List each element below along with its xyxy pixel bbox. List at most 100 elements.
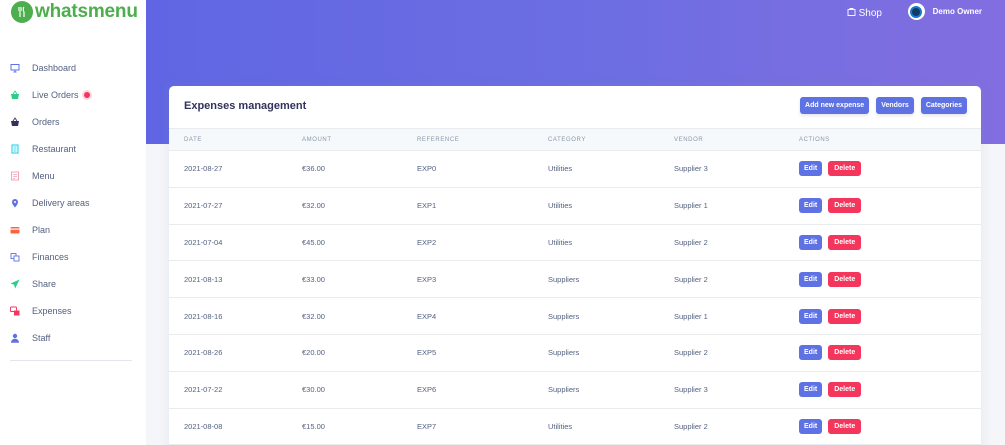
row-actions: Edit Delete <box>799 271 981 287</box>
add-expense-button[interactable]: Add new expense <box>800 97 870 114</box>
table-row: 2021-08-27 €36.00 EXP0 Utilities Supplier 3 E… <box>169 151 981 188</box>
sidebar-item-dashboard[interactable]: Dashboard <box>0 54 146 81</box>
brand-logo[interactable]: whatsmenu <box>11 1 138 23</box>
sidebar: whatsmenu Dashboard Live Orders Orders Rest… <box>0 0 146 445</box>
basket-icon <box>10 116 20 127</box>
row-actions: Edit Delete <box>799 161 981 177</box>
column-header-category[interactable]: Category <box>548 129 674 151</box>
user-name: Demo Owner <box>932 7 982 16</box>
column-header-amount[interactable]: Amount <box>302 129 417 151</box>
row-actions: Edit Delete <box>799 198 981 214</box>
edit-button[interactable]: Edit <box>799 345 823 361</box>
cell-reference: EXP0 <box>417 164 437 174</box>
avatar-icon <box>910 5 923 18</box>
cell-amount: €15.00 <box>302 421 325 431</box>
edit-button[interactable]: Edit <box>799 198 823 214</box>
delete-button[interactable]: Delete <box>828 198 862 214</box>
edit-button[interactable]: Edit <box>799 418 823 434</box>
table-header-row: Date Amount Reference Category Vendor Ac… <box>169 128 981 151</box>
cell-date: 2021-08-27 <box>184 164 223 174</box>
delete-button[interactable]: Delete <box>828 308 862 324</box>
edit-button[interactable]: Edit <box>799 382 823 398</box>
delete-button[interactable]: Delete <box>828 234 862 250</box>
table-row: 2021-07-04 €45.00 EXP2 Utilities Supplier 2 E… <box>169 224 981 261</box>
sidebar-item-label: Dashboard <box>32 62 77 73</box>
cell-date: 2021-08-13 <box>184 274 223 284</box>
delete-button[interactable]: Delete <box>828 345 862 361</box>
sidebar-item-label: Finances <box>32 251 69 262</box>
cell-actions: Edit Delete <box>799 261 981 298</box>
cell-amount: €36.00 <box>302 164 325 174</box>
cell-vendor: Supplier 3 <box>674 385 708 395</box>
cell-amount: €45.00 <box>302 237 325 247</box>
cell-actions: Edit Delete <box>799 151 981 188</box>
cell-vendor: Supplier 1 <box>674 201 708 211</box>
menu-icon <box>10 171 20 181</box>
cell-reference: EXP4 <box>417 311 437 321</box>
card-actions: Add new expense Vendors Categories <box>800 97 967 114</box>
shop-link[interactable]: Shop <box>847 7 882 19</box>
column-header-vendor[interactable]: Vendor <box>674 129 799 151</box>
sidebar-item-staff[interactable]: Staff <box>0 324 146 351</box>
logo-icon <box>11 1 33 23</box>
column-header-actions: Actions <box>799 136 830 143</box>
brand-name: whatsmenu <box>35 1 138 22</box>
expenses-card: Expenses management Add new expense Vend… <box>169 86 981 445</box>
cell-vendor: Supplier 3 <box>674 164 708 174</box>
edit-button[interactable]: Edit <box>799 161 823 177</box>
column-header-reference[interactable]: Reference <box>417 129 548 151</box>
sidebar-item-plan[interactable]: Plan <box>0 216 146 243</box>
cell-date: 2021-08-26 <box>184 348 223 358</box>
page-title: Expenses management <box>184 100 307 112</box>
monitor-icon <box>10 63 20 73</box>
sidebar-item-orders[interactable]: Orders <box>0 108 146 135</box>
cell-reference: EXP7 <box>417 421 437 431</box>
cell-reference: EXP6 <box>417 385 437 395</box>
cell-amount: €30.00 <box>302 385 325 395</box>
delete-button[interactable]: Delete <box>828 161 862 177</box>
cell-reference: EXP3 <box>417 274 437 284</box>
user-menu[interactable]: Demo Owner <box>907 3 982 20</box>
sidebar-item-label: Plan <box>32 224 51 235</box>
delete-button[interactable]: Delete <box>828 382 862 398</box>
cell-category: Suppliers <box>548 274 580 284</box>
sidebar-nav: Dashboard Live Orders Orders Restaurant Menu… <box>0 54 146 351</box>
cell-category: Utilities <box>548 201 573 211</box>
sidebar-item-label: Staff <box>32 332 51 343</box>
vendors-button[interactable]: Vendors <box>876 97 914 114</box>
sidebar-item-live-orders[interactable]: Live Orders <box>0 81 146 108</box>
cell-vendor: Supplier 2 <box>674 421 708 431</box>
edit-button[interactable]: Edit <box>799 271 823 287</box>
table-row: 2021-08-08 €15.00 EXP7 Utilities Supplier 2 E… <box>169 408 981 445</box>
expenses-icon <box>10 306 20 316</box>
sidebar-divider <box>10 360 132 361</box>
cell-date: 2021-07-27 <box>184 201 223 211</box>
cell-category: Suppliers <box>548 348 580 358</box>
card-icon <box>10 225 20 235</box>
cell-actions: Edit Delete <box>799 187 981 224</box>
avatar <box>907 3 925 20</box>
sidebar-item-label: Share <box>32 278 57 289</box>
table-row: 2021-08-16 €32.00 EXP4 Suppliers Supplier 1 E… <box>169 298 981 335</box>
table-row: 2021-07-22 €30.00 EXP6 Suppliers Supplier 3 E… <box>169 371 981 409</box>
cell-category: Suppliers <box>548 385 580 395</box>
user-icon <box>10 333 20 343</box>
sidebar-item-delivery-areas[interactable]: Delivery areas <box>0 189 146 216</box>
sidebar-item-menu[interactable]: Menu <box>0 162 146 189</box>
sidebar-item-expenses[interactable]: Expenses <box>0 297 146 324</box>
categories-button[interactable]: Categories <box>920 97 967 114</box>
delete-button[interactable]: Delete <box>828 418 862 434</box>
send-icon <box>10 279 20 289</box>
cell-actions: Edit Delete <box>799 298 981 335</box>
cell-vendor: Supplier 2 <box>674 348 708 358</box>
cell-vendor: Supplier 1 <box>674 311 708 321</box>
delete-button[interactable]: Delete <box>828 271 862 287</box>
cell-date: 2021-07-04 <box>184 237 223 247</box>
sidebar-item-share[interactable]: Share <box>0 270 146 297</box>
column-header-date[interactable]: Date <box>169 129 302 151</box>
sidebar-item-finances[interactable]: Finances <box>0 243 146 270</box>
cell-date: 2021-08-08 <box>184 421 223 431</box>
sidebar-item-restaurant[interactable]: Restaurant <box>0 135 146 162</box>
edit-button[interactable]: Edit <box>799 308 823 324</box>
edit-button[interactable]: Edit <box>799 234 823 250</box>
